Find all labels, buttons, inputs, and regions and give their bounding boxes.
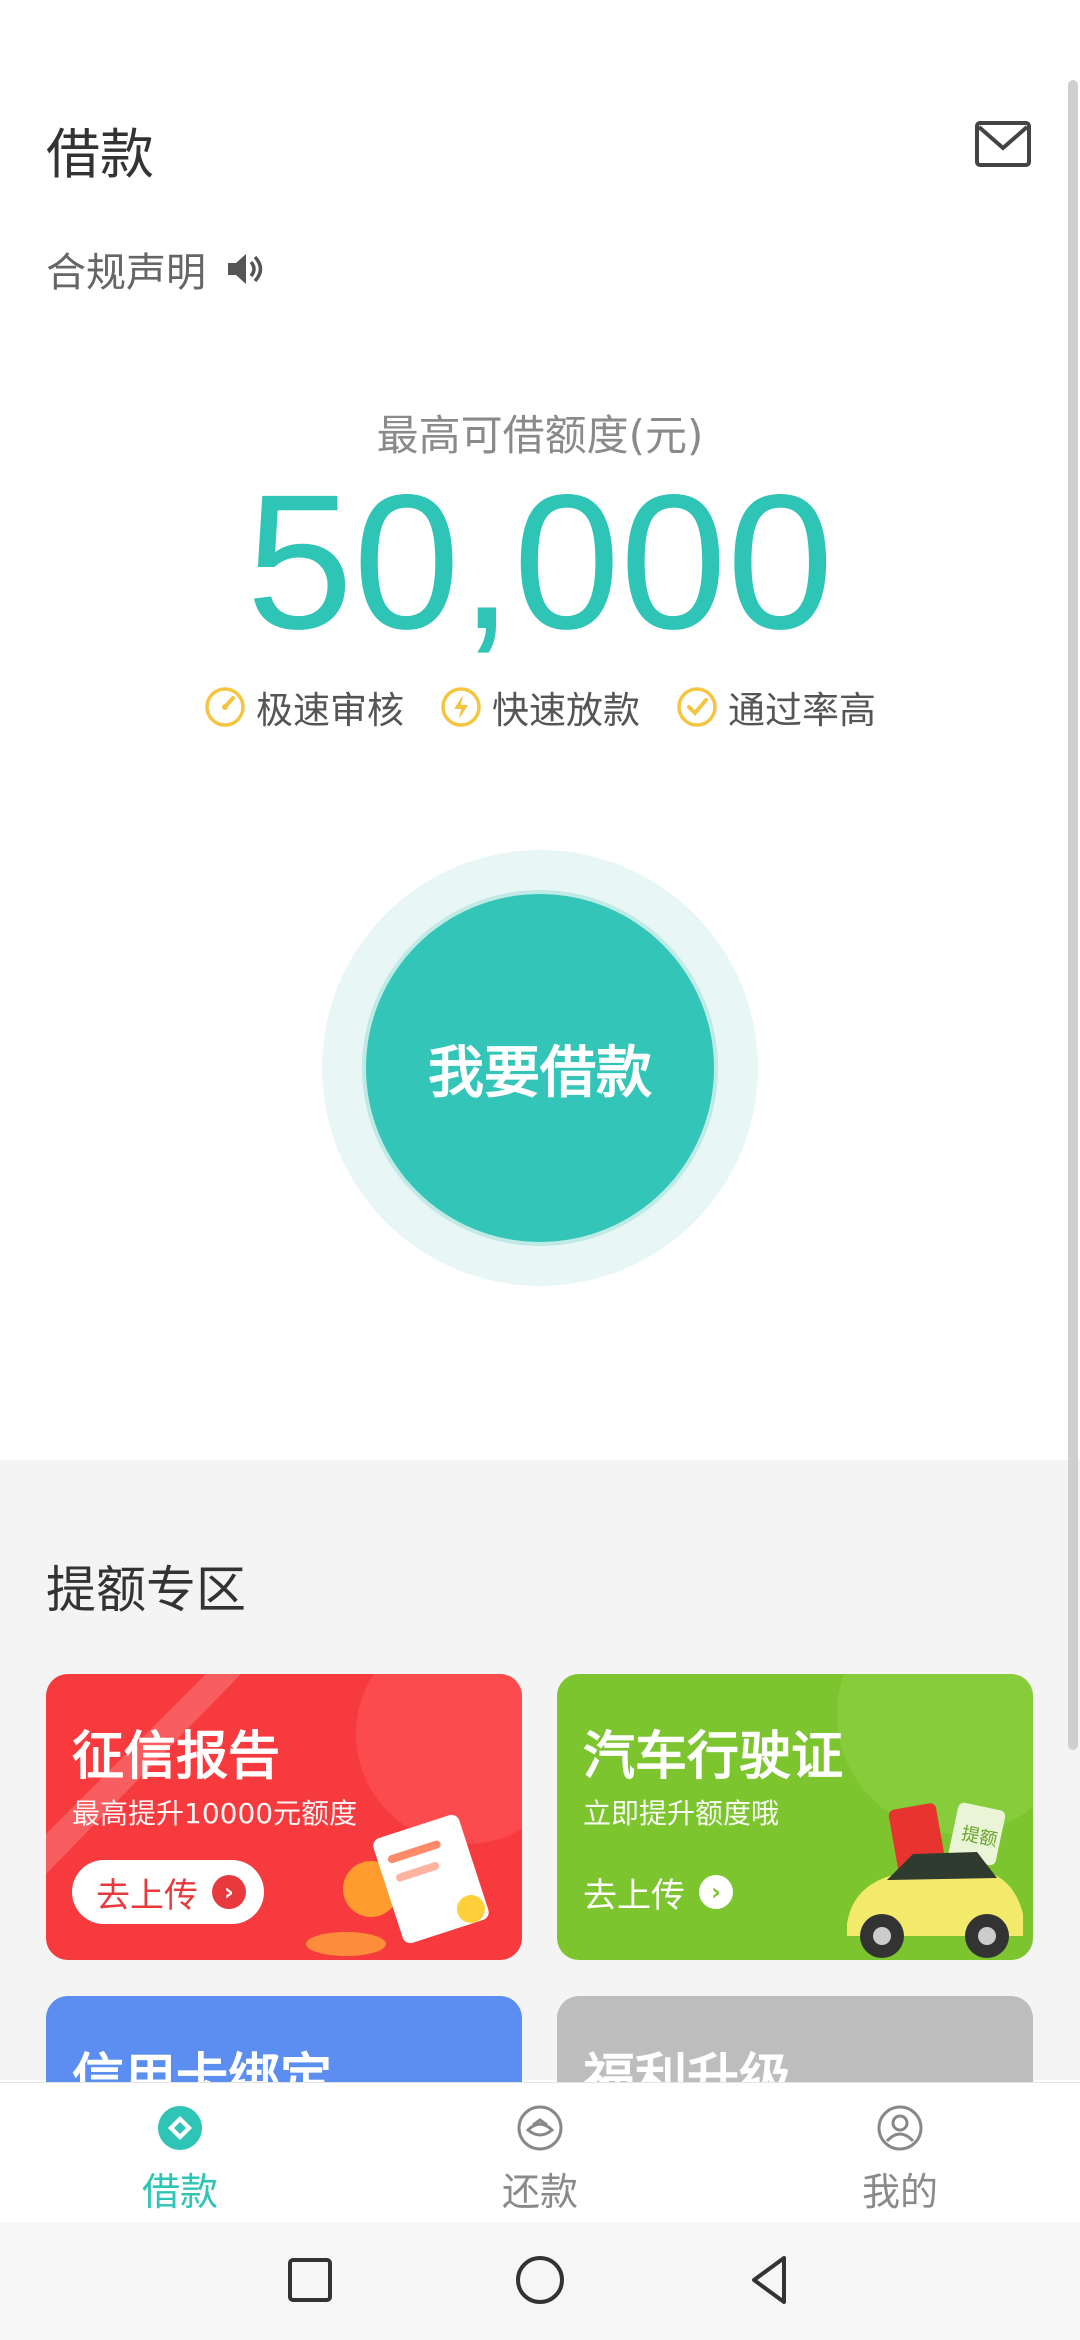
tab-mine[interactable]: 我的 bbox=[720, 2083, 1080, 2223]
tab-label: 我的 bbox=[861, 2170, 938, 2214]
compliance-label: 合规声明 bbox=[46, 250, 206, 296]
feature-label: 快速放款 bbox=[492, 689, 640, 732]
card-title: 汽车行驶证 bbox=[583, 1727, 844, 1787]
feature-high-pass-rate: 通过率高 bbox=[676, 680, 876, 734]
scrollbar[interactable] bbox=[1068, 80, 1078, 1750]
limit-amount: 50,000 bbox=[246, 454, 834, 669]
tab-label: 还款 bbox=[501, 2170, 578, 2214]
upload-label: 去上传 bbox=[583, 1875, 685, 1916]
home-icon[interactable] bbox=[510, 2250, 570, 2310]
arrow-right-icon: › bbox=[699, 1875, 733, 1909]
repay-tab-icon bbox=[517, 2105, 563, 2151]
profile-tab-icon bbox=[877, 2105, 923, 2151]
speaker-icon bbox=[228, 254, 263, 284]
upload-button[interactable]: 去上传 › bbox=[583, 1860, 751, 1924]
page-title: 借款 bbox=[46, 123, 154, 186]
feature-label: 极速审核 bbox=[256, 689, 404, 732]
feature-fast-review: 极速审核 bbox=[204, 680, 404, 734]
feature-label: 通过率高 bbox=[728, 689, 876, 732]
borrow-tab-icon bbox=[158, 2106, 202, 2150]
system-nav-bar bbox=[0, 2222, 1080, 2340]
compliance-notice[interactable]: 合规声明 bbox=[46, 240, 264, 298]
bottom-tab-bar: 借款 还款 我的 bbox=[0, 2082, 1080, 2223]
tab-borrow[interactable]: 借款 bbox=[0, 2083, 360, 2223]
mail-icon[interactable] bbox=[974, 120, 1032, 168]
borrow-button-halo: 我要借款 bbox=[322, 850, 758, 1286]
vehicle-license-card[interactable]: 提额 汽车行驶证 立即提升额度哦 去上传 › bbox=[557, 1674, 1033, 1960]
feature-fast-loan: 快速放款 bbox=[440, 680, 640, 734]
speed-check-icon bbox=[205, 687, 245, 727]
tab-repay[interactable]: 还款 bbox=[360, 2083, 720, 2223]
borrow-button[interactable]: 我要借款 bbox=[366, 894, 714, 1242]
check-circle-icon bbox=[677, 687, 717, 727]
zone-title: 提额专区 bbox=[46, 1561, 246, 1619]
back-icon[interactable] bbox=[740, 2250, 800, 2310]
feature-list: 极速审核 快速放款 通过率高 bbox=[0, 680, 1080, 734]
recent-apps-icon[interactable] bbox=[280, 2250, 340, 2310]
card-subtitle: 立即提升额度哦 bbox=[583, 1797, 780, 1830]
credit-report-card[interactable]: 征信报告 最高提升10000元额度 去上传 › bbox=[46, 1674, 522, 1960]
arrow-right-icon: › bbox=[212, 1875, 246, 1909]
upload-button[interactable]: 去上传 › bbox=[72, 1860, 264, 1924]
card-title: 征信报告 bbox=[72, 1727, 281, 1787]
card-subtitle: 最高提升10000元额度 bbox=[72, 1797, 358, 1830]
upload-label: 去上传 bbox=[96, 1875, 198, 1916]
tab-label: 借款 bbox=[141, 2170, 218, 2214]
lightning-icon bbox=[441, 687, 481, 727]
